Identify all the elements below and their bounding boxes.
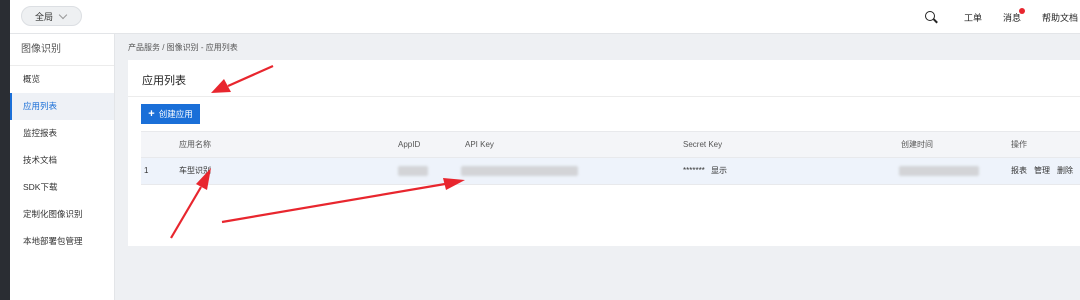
arrow-to-app-name — [170, 168, 211, 239]
annotation-arrows — [170, 64, 465, 239]
arrow-to-title — [211, 64, 274, 93]
arrow-to-api-key — [221, 178, 465, 224]
